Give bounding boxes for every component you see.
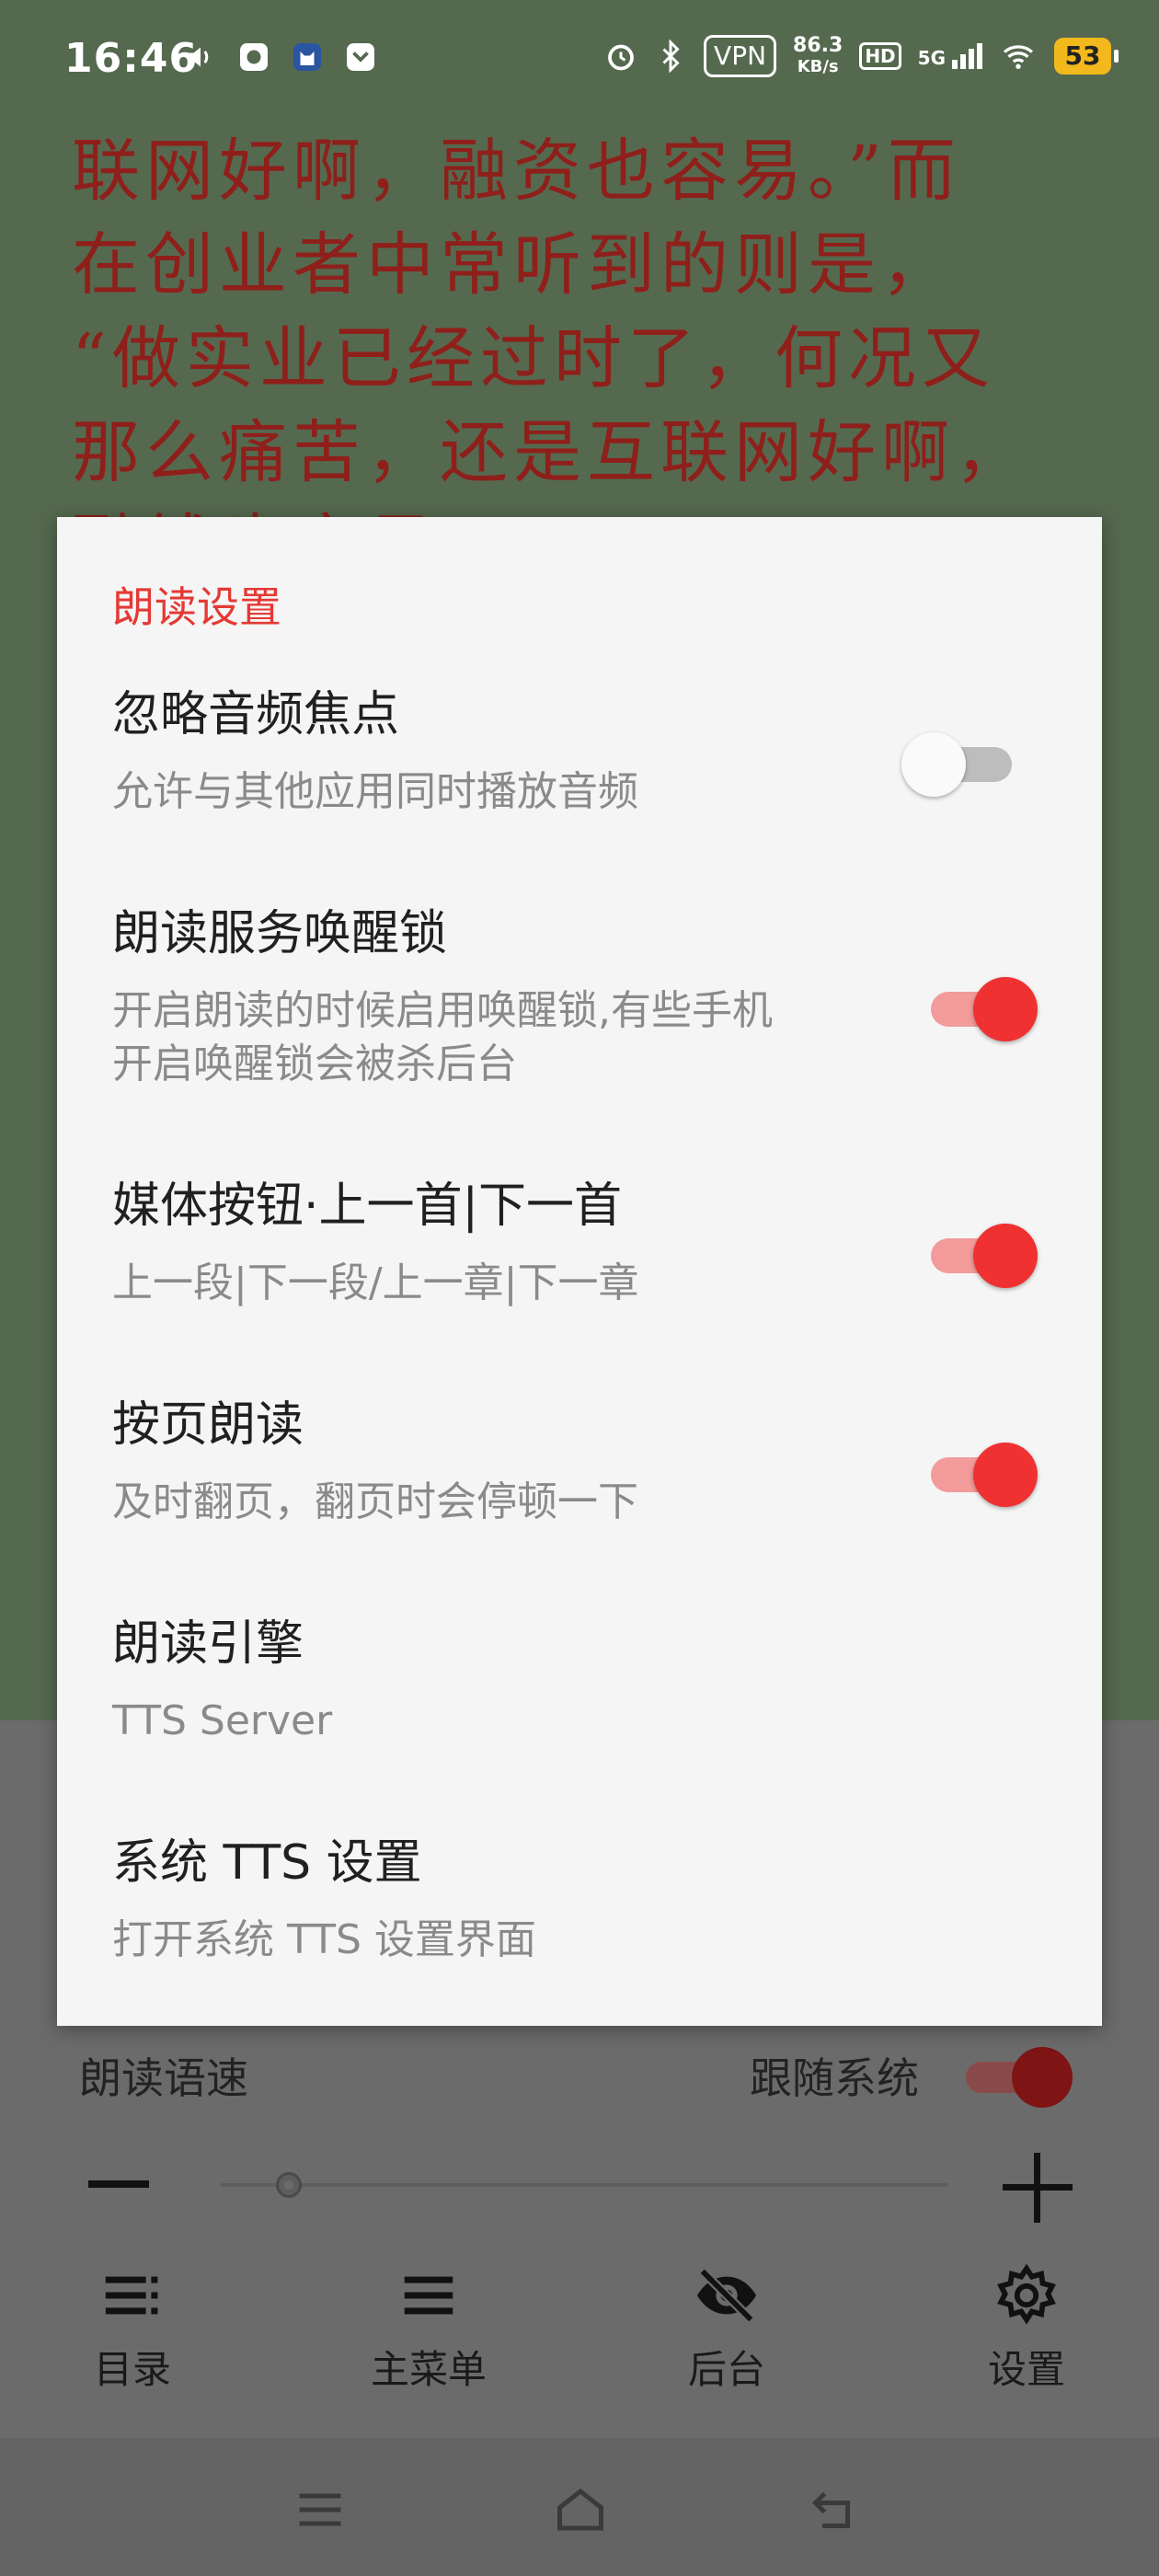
increase-speed-button[interactable]: [1003, 2153, 1073, 2223]
nav-label: 目录: [93, 2347, 171, 2392]
pref-title: 按页朗读: [112, 1397, 304, 1453]
ignore-audio-focus-switch[interactable]: [901, 730, 1021, 797]
reader-line: “做实业已经过时了，何况又: [72, 319, 995, 398]
speed-slider[interactable]: [221, 2172, 947, 2198]
battery-indicator: 53: [1054, 38, 1119, 75]
vpn-badge: VPN: [704, 35, 777, 77]
back-button-icon[interactable]: [808, 2482, 865, 2537]
app-notification-icon: [240, 43, 268, 71]
signal-indicator: 5G: [918, 43, 982, 69]
pref-system-tts-settings[interactable]: 系统 TTS 设置 打开系统 TTS 设置界面: [112, 1831, 1047, 1967]
follow-system-switch[interactable]: [966, 2047, 1073, 2108]
pref-media-buttons[interactable]: 媒体按钮·上一首|下一首 上一段|下一段/上一章|下一章: [112, 1174, 1047, 1310]
network-speed: 86.3 KB/s: [793, 33, 843, 76]
status-time: 16:46: [64, 35, 199, 82]
shield-app-icon: [347, 43, 374, 71]
nav-label: 设置: [987, 2347, 1065, 2392]
pref-title: 系统 TTS 设置: [112, 1835, 422, 1891]
alarm-icon: [608, 44, 634, 71]
pref-read-by-page[interactable]: 按页朗读 及时翻页，翻页时会停顿一下: [112, 1393, 1047, 1529]
status-bar: 16:46 VPN 86.3 KB/s HD 5G 53: [0, 0, 1159, 120]
pref-title: 忽略音频焦点: [112, 687, 400, 742]
pref-title: 媒体按钮·上一首|下一首: [112, 1179, 623, 1234]
dialog-title: 朗读设置: [112, 582, 281, 632]
pref-summary: 上一段|下一段/上一章|下一章: [112, 1259, 639, 1306]
bottom-nav: 目录 主菜单 后台 设置: [0, 2263, 1159, 2420]
speed-label: 朗读语速: [79, 2053, 248, 2103]
read-by-page-switch[interactable]: [931, 1441, 1041, 1507]
media-buttons-switch[interactable]: [931, 1222, 1041, 1288]
hd-badge: HD: [859, 42, 901, 70]
reader-line: 那么痛苦，还是互联网好啊，: [72, 413, 1028, 492]
system-nav-bar: [0, 2438, 1159, 2576]
gear-icon: [997, 2263, 1056, 2325]
pref-summary: 开启朗读的时候启用唤醒锁,有些手机 开启唤醒锁会被杀后台: [112, 987, 773, 1087]
pref-summary: 打开系统 TTS 设置界面: [112, 1916, 536, 1963]
cat-app-icon: [293, 43, 321, 71]
speed-slider-row: [0, 2153, 1159, 2223]
recents-button-icon[interactable]: [293, 2482, 348, 2537]
home-button-icon[interactable]: [548, 2482, 613, 2537]
nav-label: 后台: [687, 2347, 765, 2392]
pref-summary: 及时翻页，翻页时会停顿一下: [112, 1478, 638, 1525]
eye-off-icon: [696, 2268, 757, 2323]
speed-slider-thumb[interactable]: [276, 2172, 302, 2198]
decrease-speed-button[interactable]: [88, 2180, 149, 2188]
menu-icon: [404, 2276, 453, 2315]
pref-summary: TTS Server: [112, 1697, 333, 1744]
volume-icon: [188, 47, 209, 67]
reader-line: 在创业者中常听到的则是，: [72, 225, 955, 305]
read-aloud-settings-dialog: 朗读设置 忽略音频焦点 允许与其他应用同时播放音频 朗读服务唤醒锁 开启朗读的时…: [57, 517, 1102, 2026]
pref-wake-lock[interactable]: 朗读服务唤醒锁 开启朗读的时候启用唤醒锁,有些手机 开启唤醒锁会被杀后台: [112, 902, 1047, 1091]
list-icon: [105, 2276, 158, 2315]
pref-tts-engine[interactable]: 朗读引擎 TTS Server: [112, 1612, 1047, 1748]
wifi-icon: [1003, 45, 1034, 69]
reader-line: 联网好啊，融资也容易。”而: [72, 132, 961, 211]
bluetooth-icon: [662, 40, 680, 73]
nav-toc[interactable]: 目录: [40, 2263, 224, 2395]
nav-settings[interactable]: 设置: [935, 2263, 1119, 2395]
nav-main-menu[interactable]: 主菜单: [337, 2263, 521, 2395]
pref-title: 朗读引擎: [112, 1616, 304, 1672]
follow-system-label: 跟随系统: [750, 2053, 919, 2103]
pref-title: 朗读服务唤醒锁: [112, 906, 448, 961]
wake-lock-switch[interactable]: [931, 975, 1041, 1041]
nav-background[interactable]: 后台: [635, 2263, 819, 2395]
nav-label: 主菜单: [370, 2347, 487, 2392]
speed-row: 朗读语速 跟随系统: [0, 2029, 1159, 2111]
